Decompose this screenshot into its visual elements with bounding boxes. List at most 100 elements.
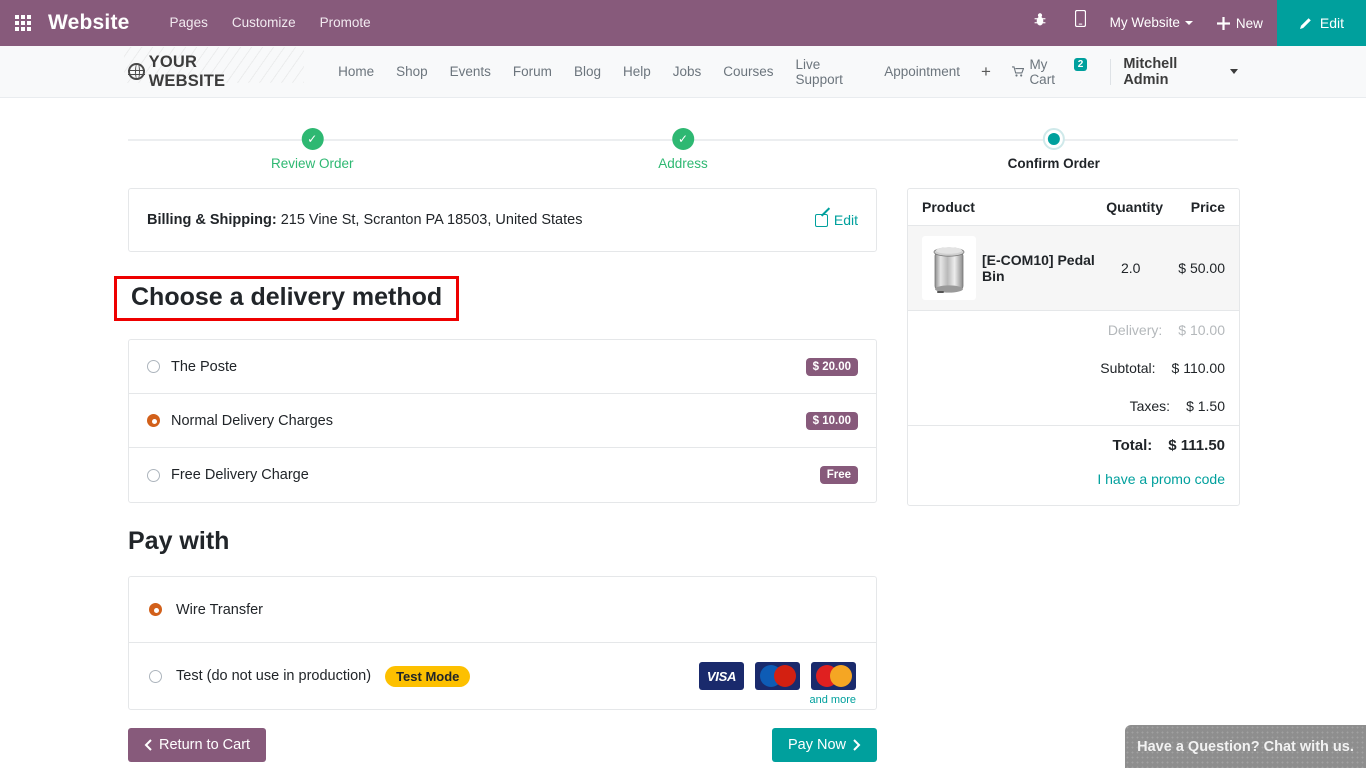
checkout-actions: Return to Cart Pay Now <box>128 728 877 762</box>
billing-shipping-card: Billing & Shipping: 215 Vine St, Scranto… <box>128 188 877 252</box>
summary-total-label: Total: <box>1112 437 1153 454</box>
payment-option-row[interactable]: Test (do not use in production) Test Mod… <box>129 643 876 709</box>
new-label: New <box>1235 15 1263 31</box>
site-nav: Home Shop Events Forum Blog Help Jobs Co… <box>327 57 1098 87</box>
delivery-radio-the-poste[interactable] <box>147 360 160 373</box>
summary-header-quantity: Quantity <box>1106 199 1163 215</box>
site-selector[interactable]: My Website <box>1100 0 1203 46</box>
delivery-radio-normal-delivery-charges[interactable] <box>147 414 160 427</box>
menu-customize[interactable]: Customize <box>220 0 308 46</box>
billing-shipping-label: Billing & Shipping: <box>147 212 277 228</box>
check-icon: ✓ <box>672 128 694 150</box>
plus-icon <box>1216 16 1230 30</box>
delivery-options-list: The Poste $ 20.00 Normal Delivery Charge… <box>128 339 877 503</box>
payment-option-row[interactable]: Wire Transfer <box>129 577 876 643</box>
delivery-price-badge: $ 10.00 <box>805 411 858 430</box>
billing-shipping-text: Billing & Shipping: 215 Vine St, Scranto… <box>147 212 582 228</box>
return-to-cart-button[interactable]: Return to Cart <box>128 728 267 762</box>
maestro-icon <box>755 662 800 690</box>
menu-pages[interactable]: Pages <box>158 0 220 46</box>
summary-header-price: Price <box>1190 199 1225 215</box>
delivery-option-label: The Poste <box>171 358 238 375</box>
delivery-option-row[interactable]: Normal Delivery Charges $ 10.00 <box>129 394 876 448</box>
wizard-step-label: Address <box>658 156 708 171</box>
delivery-price-badge: Free <box>819 466 858 484</box>
wizard-step-review-order[interactable]: ✓ Review Order <box>271 128 354 171</box>
test-mode-badge: Test Mode <box>385 665 471 687</box>
site-brand[interactable]: YOUR WEBSITE <box>123 46 305 91</box>
summary-table-header: Product Quantity Price <box>908 189 1239 226</box>
brand-label: YOUR WEBSITE <box>148 52 226 90</box>
user-name: Mitchell Admin <box>1123 55 1178 88</box>
order-summary-card: Product Quantity Price [E-COM10] Pedal B… <box>907 188 1240 506</box>
payment-radio-test[interactable] <box>149 669 162 683</box>
wizard-step-confirm-order[interactable]: Confirm Order <box>1008 128 1100 171</box>
checkout-wizard: ✓ Review Order ✓ Address Confirm Order <box>128 128 1238 188</box>
wizard-step-label: Review Order <box>270 156 354 171</box>
wizard-step-label: Confirm Order <box>1007 156 1100 171</box>
and-more-link[interactable]: and more <box>810 694 856 706</box>
edit-address-link[interactable]: Edit <box>814 212 858 228</box>
summary-line-label: Subtotal: <box>1100 360 1156 376</box>
summary-line-total: Total: $ 111.50 <box>908 425 1239 465</box>
menu-promote[interactable]: Promote <box>308 0 383 46</box>
delivery-option-label: Normal Delivery Charges <box>171 412 333 429</box>
delivery-radio-free-delivery-charge[interactable] <box>147 468 160 482</box>
promo-code-area: I have a promo code <box>908 465 1239 505</box>
nav-shop[interactable]: Shop <box>385 64 439 79</box>
edit-button[interactable]: Edit <box>1276 0 1366 46</box>
current-step-dot-icon <box>1042 128 1065 150</box>
summary-line-value: $ 110.00 <box>1171 360 1225 376</box>
site-selector-label: My Website <box>1109 15 1180 30</box>
summary-header-product: Product <box>922 199 975 215</box>
order-summary-column: Product Quantity Price [E-COM10] Pedal B… <box>907 188 1240 506</box>
pencil-icon <box>1299 18 1311 29</box>
chat-widget-label: Have a Question? Chat with us. <box>1137 738 1354 755</box>
payment-radio-wire-transfer[interactable] <box>149 603 162 616</box>
new-button[interactable]: New <box>1203 16 1277 31</box>
promo-code-link[interactable]: I have a promo code <box>1097 471 1225 487</box>
chevron-down-icon <box>1184 21 1193 26</box>
pay-now-button[interactable]: Pay Now <box>771 728 877 762</box>
mobile-preview-icon[interactable] <box>1061 0 1100 46</box>
my-cart-link[interactable]: My Cart 2 <box>1001 57 1098 87</box>
pedal-bin-image <box>922 236 976 300</box>
summary-total-value: $ 111.50 <box>1168 437 1225 454</box>
nav-blog[interactable]: Blog <box>563 64 612 79</box>
payment-option-label: Test (do not use in production) <box>176 668 372 684</box>
website-header: YOUR WEBSITE Home Shop Events Forum Blog… <box>0 46 1366 98</box>
payment-option-label: Wire Transfer <box>176 601 264 618</box>
bug-icon[interactable] <box>1019 0 1061 46</box>
return-to-cart-label: Return to Cart <box>159 737 251 753</box>
nav-jobs[interactable]: Jobs <box>662 64 713 79</box>
header-divider <box>1110 58 1112 85</box>
chat-widget-button[interactable]: Have a Question? Chat with us. <box>1125 725 1366 768</box>
delivery-option-row[interactable]: The Poste $ 20.00 <box>129 340 876 394</box>
pay-now-label: Pay Now <box>787 737 846 753</box>
cart-label: My Cart <box>1029 56 1055 87</box>
delivery-price-badge: $ 20.00 <box>805 357 858 376</box>
nav-forum[interactable]: Forum <box>502 64 563 79</box>
nav-help[interactable]: Help <box>612 64 662 79</box>
visa-icon: VISA <box>699 662 744 690</box>
user-menu[interactable]: Mitchell Admin <box>1123 56 1238 88</box>
payment-options-list: Wire Transfer Test (do not use in produc… <box>128 576 877 710</box>
nav-courses[interactable]: Courses <box>712 64 784 79</box>
summary-line-delivery: Delivery: $ 10.00 <box>908 311 1239 349</box>
summary-line-value: $ 1.50 <box>1186 398 1225 414</box>
mastercard-icon <box>811 662 856 690</box>
billing-shipping-value: 215 Vine St, Scranton PA 18503, United S… <box>280 212 583 228</box>
summary-line-taxes: Taxes: $ 1.50 <box>908 387 1239 425</box>
delivery-option-row[interactable]: Free Delivery Charge Free <box>129 448 876 502</box>
wizard-step-address[interactable]: ✓ Address <box>658 128 708 171</box>
delivery-method-title: Choose a delivery method <box>114 276 460 321</box>
nav-live-support[interactable]: Live Support <box>785 57 874 87</box>
nav-events[interactable]: Events <box>439 64 502 79</box>
edit-label: Edit <box>1319 15 1344 31</box>
cart-count-badge: 2 <box>1073 58 1088 71</box>
nav-home[interactable]: Home <box>327 64 385 79</box>
apps-grid-icon[interactable] <box>0 0 46 46</box>
summary-line-label: Taxes: <box>1129 398 1171 414</box>
nav-more-plus-icon[interactable]: + <box>971 62 1001 82</box>
nav-appointment[interactable]: Appointment <box>873 64 971 79</box>
